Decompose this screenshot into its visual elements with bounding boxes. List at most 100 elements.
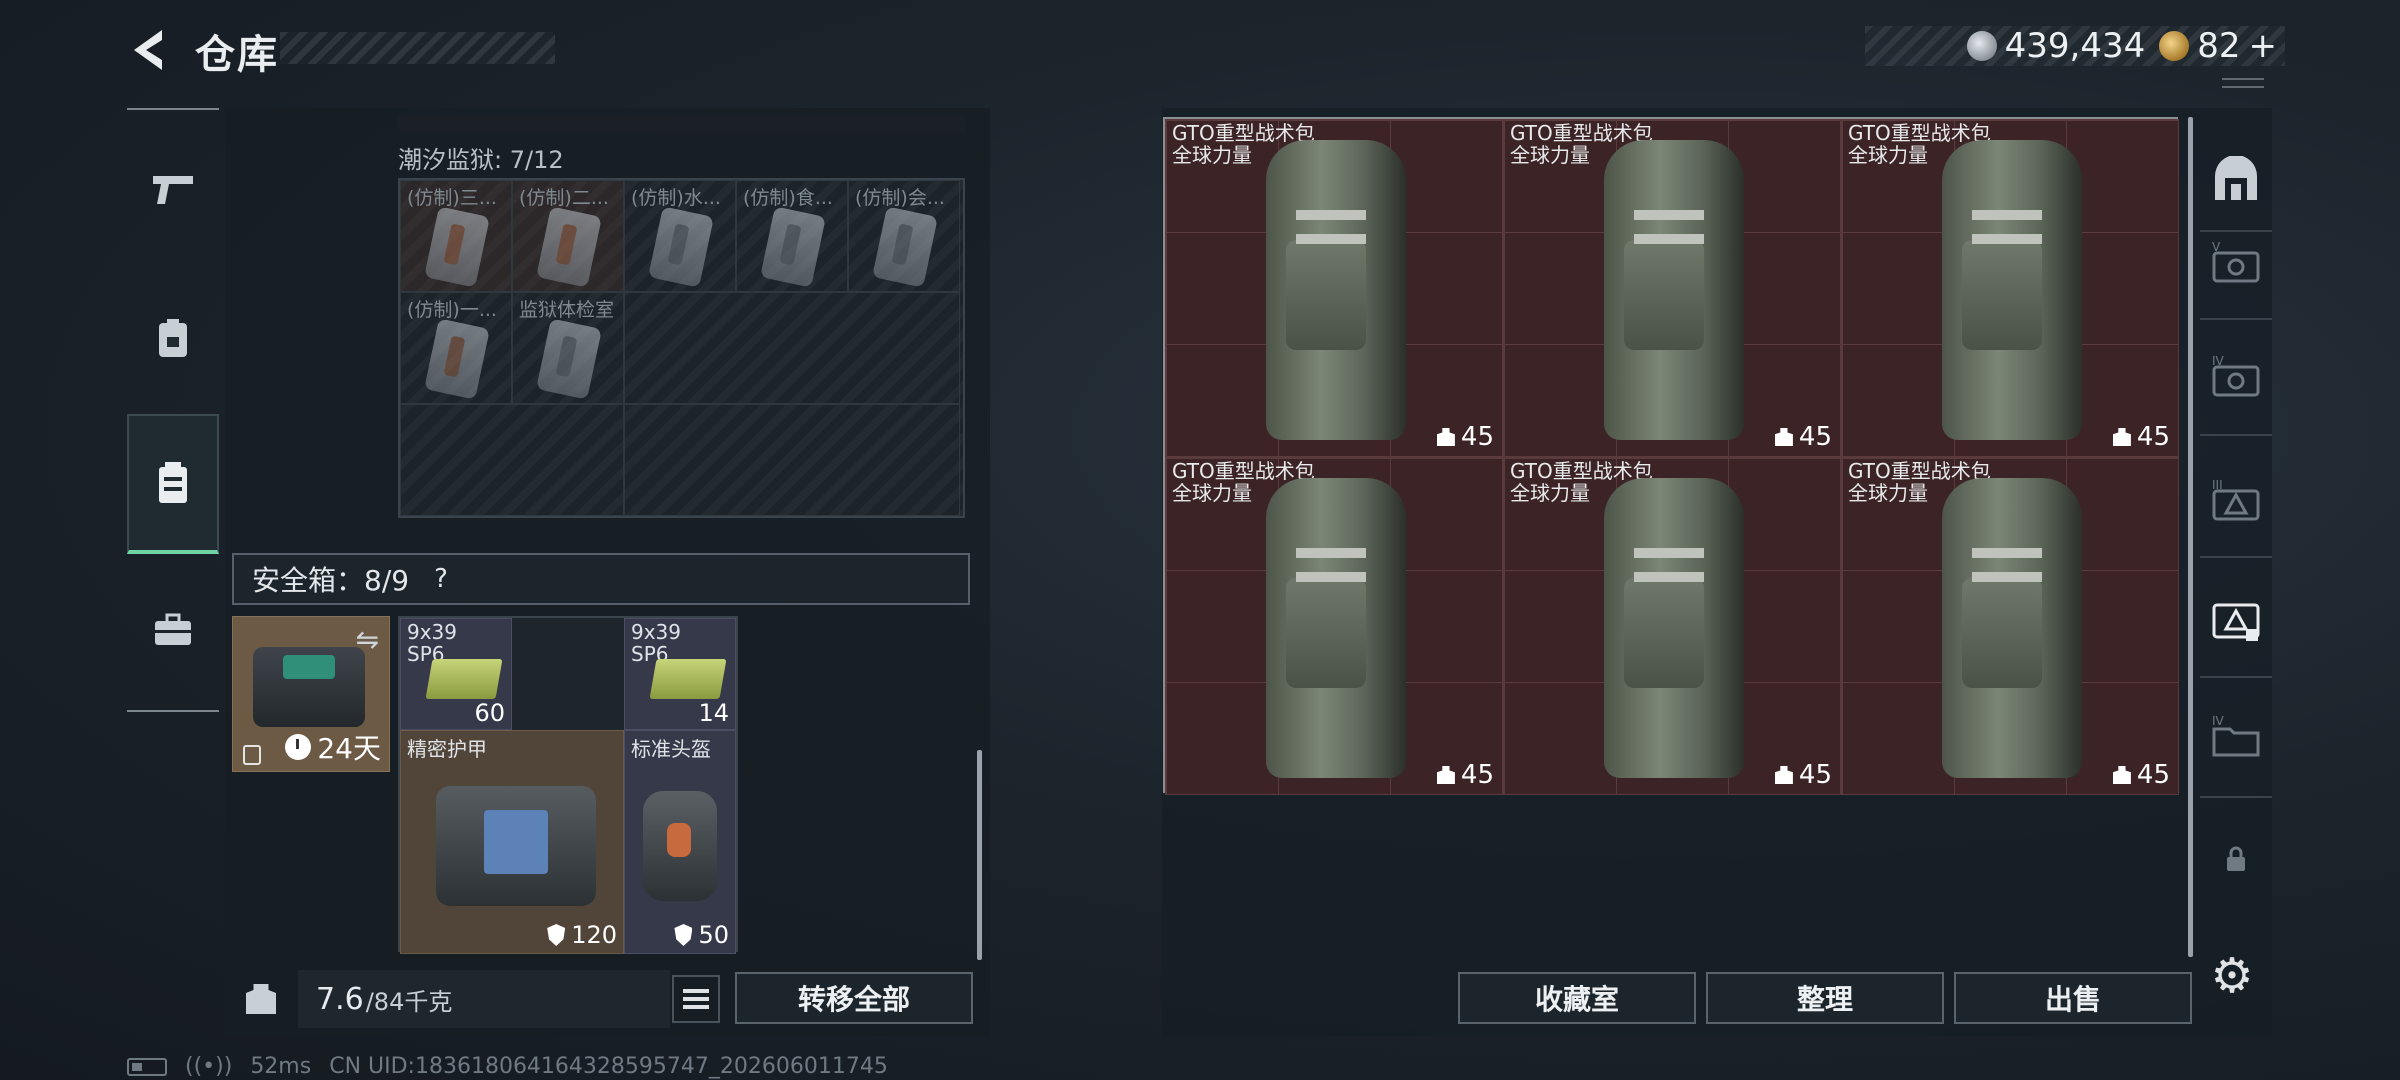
case-duration: 24天 [285,727,381,767]
tier-iii-case-icon: III [2212,478,2260,521]
shield-icon [547,924,566,946]
backpack-image [1942,478,2082,778]
add-currency-icon[interactable]: + [2249,26,2278,66]
container-item[interactable]: (仿制)食... [736,180,848,292]
wifi-icon: ((•)) [185,1054,233,1079]
weight-icon [1436,766,1455,784]
backpack-item[interactable]: GTO重型战术包 全球力量 45 [1503,119,1841,457]
keycard-icon [648,206,714,288]
backpack-item[interactable]: GTO重型战术包 全球力量 45 [1841,119,2179,457]
armor-item[interactable]: 精密护甲 120 [400,730,624,954]
safe-box-header: 安全箱：8/9 ? [232,553,970,605]
collection-room-button[interactable]: 收藏室 [1458,972,1696,1024]
right-tab-case-iv[interactable]: IV [2200,320,2272,430]
armor-icon [436,786,596,906]
silver-coin-icon [1966,31,1997,61]
container-item[interactable]: (仿制)一... [400,292,512,404]
title-stripe [280,32,555,64]
shield-icon [674,924,693,946]
rail-divider [2200,676,2272,678]
weight-icon [1774,766,1793,784]
right-tab-case-v[interactable]: V [2200,206,2272,316]
silver-currency: 439,434 [1966,26,2146,66]
weight-max: /84千克 [365,987,453,1016]
storage-scrollbar[interactable] [2188,117,2193,957]
help-icon[interactable]: ? [423,561,459,597]
currency-bar: 439,434 82 + [1865,26,2285,66]
lock-icon [243,745,261,765]
container-item[interactable]: 监狱体检室 [512,292,624,404]
keycard-icon [872,206,938,288]
page-title: 仓库 [195,32,279,78]
right-tab-case-iii[interactable]: III [2200,444,2272,554]
helmet-item[interactable]: 标准头盔 50 [624,730,736,954]
rail-tab-weapons[interactable] [127,120,219,260]
inventory-scrollbar[interactable] [977,750,982,960]
rail-divider [2200,796,2272,798]
empty-slot[interactable] [624,404,960,516]
clock-icon [285,734,312,760]
tier-iv-case-icon: IV [2212,354,2260,397]
backpack-item[interactable]: GTO重型战术包 全球力量 45 [1165,119,1503,457]
status-bar: ((•)) 52ms CN UID:18361806416432859574​7… [127,1054,888,1079]
sell-button[interactable]: 出售 [1954,972,2192,1024]
rail-divider-top [127,108,219,110]
gold-currency[interactable]: 82 + [2159,26,2277,66]
silver-amount: 439,434 [2004,26,2146,66]
transfer-all-button[interactable]: 转移全部 [735,972,973,1024]
keycard-icon [536,318,602,400]
rail-tab-backpack[interactable] [127,414,219,554]
pistol-icon [153,176,193,204]
backpack-icon [159,462,187,503]
lock-icon [2227,846,2245,871]
rail-divider [2200,434,2272,436]
weight-icon [1436,428,1455,446]
container-capacity-label: 潮汐监狱: 7/12 [398,146,564,174]
ammo-item[interactable]: 9x39 SP6 60 [400,618,512,730]
rail-divider-bottom [127,710,219,712]
sort-button[interactable]: 整理 [1706,972,1944,1024]
gold-coin-icon [2159,31,2190,61]
storage-grid[interactable]: GTO重型战术包 全球力量 45 GTO重型战术包 全球力量 45 GTO重型战术包… [1163,117,2179,795]
decor-lines [2222,78,2264,88]
ammo-item[interactable]: 9x39 SP6 14 [624,618,736,730]
right-tab-folder-iv[interactable]: IV [2200,680,2272,790]
safe-case-slot[interactable]: ⇋ 24天 [232,616,390,772]
container-item[interactable]: (仿制)水... [624,180,736,292]
empty-slot[interactable] [624,292,960,404]
weight-display: 7.6 /84千克 [298,970,670,1028]
backpack-image [1942,140,2082,440]
container-item[interactable]: (仿制)二... [512,180,624,292]
settings-gear-icon[interactable]: ⚙ [2204,948,2260,1004]
backpack-image [1604,140,1744,440]
tier-iv-folder-icon: IV [2212,714,2260,757]
durability: 50 [674,921,729,949]
ping-value: 52ms [250,1054,312,1079]
safe-box-grid[interactable]: 9x39 SP6 60 9x39 SP6 14 精密护甲 120 标准头盔 50 [398,616,738,954]
back-button[interactable] [120,22,180,78]
container-item[interactable]: (仿制)三... [400,180,512,292]
container-grid[interactable]: (仿制)三... (仿制)二... (仿制)水... (仿制)食... (仿制)… [398,178,965,518]
right-tab-locked[interactable] [2200,804,2272,914]
rail-tab-case[interactable] [127,560,219,700]
tier-v-case-icon: V [2212,240,2260,283]
backpack-item[interactable]: GTO重型战术包 全球力量 45 [1165,457,1503,795]
backpack-item[interactable]: GTO重型战术包 全球力量 45 [1503,457,1841,795]
safe-box-capacity: 安全箱：8/9 [252,564,410,597]
panel-top-strip [398,116,965,134]
container-item[interactable]: (仿制)会... [848,180,960,292]
keycard-icon [424,318,490,400]
ammo-box-icon [649,659,727,699]
backpack-image [1266,478,1406,778]
weight-icon [246,984,276,1014]
battery-icon [127,1057,167,1076]
empty-slot[interactable] [400,404,624,516]
back-arrow-icon [134,30,162,70]
swap-icon[interactable]: ⇋ [356,623,379,656]
backpack-item[interactable]: GTO重型战术包 全球力量 45 [1841,457,2179,795]
rail-tab-armor[interactable] [127,268,219,408]
svg-text:IV: IV [2212,714,2225,728]
list-view-button[interactable] [672,975,720,1023]
user-uid: CN UID:18361806416432859574​7_2026060117… [329,1054,888,1079]
right-tab-case-active[interactable] [2200,564,2272,674]
